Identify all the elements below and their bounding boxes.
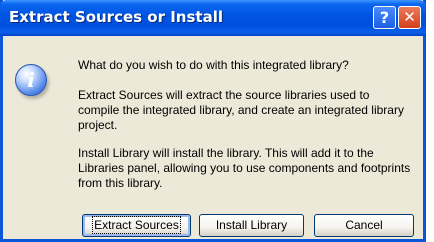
information-icon: i: [15, 64, 47, 96]
dialog-title: Extract Sources or Install: [9, 8, 223, 26]
extract-sources-button[interactable]: Extract Sources: [82, 214, 191, 237]
help-button[interactable]: ?: [373, 6, 396, 29]
dialog-question: What do you wish to do with this integra…: [78, 58, 349, 72]
close-button[interactable]: ✕: [398, 6, 421, 29]
close-icon: ✕: [403, 8, 416, 26]
dialog-window: Extract Sources or Install ? ✕ i What do…: [0, 0, 426, 242]
cancel-label: Cancel: [345, 218, 383, 232]
extract-sources-label: Extract Sources: [92, 216, 181, 234]
install-library-label: Install Library: [215, 218, 288, 232]
cancel-button[interactable]: Cancel: [314, 214, 414, 237]
extract-description: Extract Sources will extract the source …: [78, 88, 404, 132]
install-description: Install Library will install the library…: [78, 146, 411, 190]
dialog-body: i What do you wish to do with this integ…: [3, 36, 423, 239]
title-bar[interactable]: Extract Sources or Install ? ✕: [0, 0, 426, 36]
install-library-button[interactable]: Install Library: [199, 214, 304, 237]
help-icon: ?: [379, 8, 390, 27]
